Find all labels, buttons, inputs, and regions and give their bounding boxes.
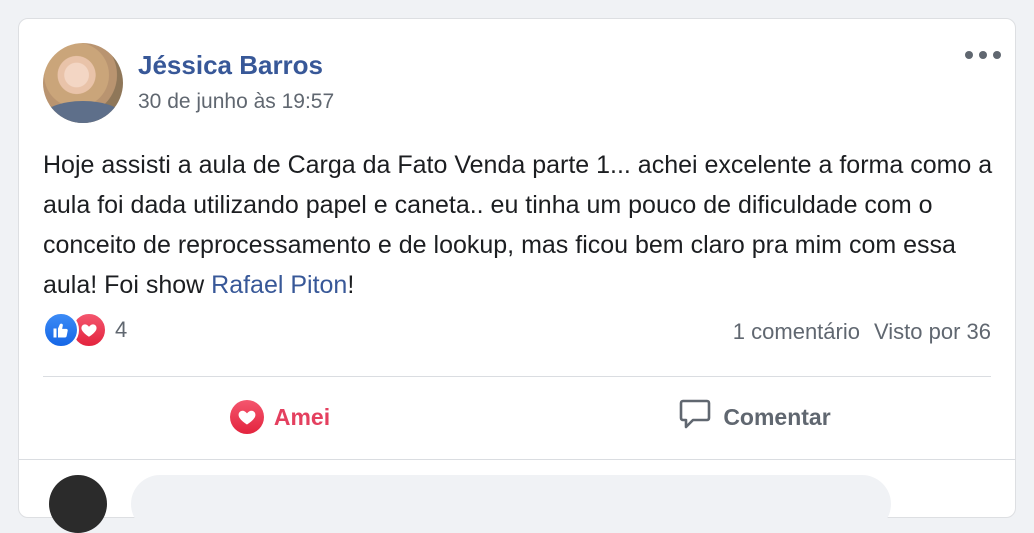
- seen-by-link[interactable]: Visto por 36: [874, 319, 991, 345]
- comment-input[interactable]: [131, 475, 891, 533]
- heart-icon: [229, 400, 264, 434]
- like-icon: [43, 312, 79, 348]
- comment-icon: [677, 396, 713, 438]
- post-text-body: Hoje assisti a aula de Carga da Fato Ven…: [43, 151, 993, 299]
- divider: [43, 376, 991, 377]
- post-text: Hoje assisti a aula de Carga da Fato Ven…: [43, 145, 993, 305]
- love-button[interactable]: Amei: [43, 389, 517, 445]
- action-bar: Amei Comentar: [43, 389, 991, 445]
- love-button-label: Amei: [273, 403, 331, 430]
- mention-link[interactable]: Rafael Piton: [211, 271, 347, 299]
- post-text-end: !: [347, 271, 355, 299]
- reaction-count: 4: [115, 317, 128, 342]
- author-name[interactable]: Jéssica Barros: [138, 50, 323, 81]
- more-options-icon[interactable]: [965, 43, 1001, 67]
- comment-button[interactable]: Comentar: [517, 389, 991, 445]
- post-timestamp[interactable]: 30 de junho às 19:57: [138, 90, 334, 114]
- post-card: Jéssica Barros 30 de junho às 19:57 Hoje…: [18, 18, 1016, 533]
- comments-count-link[interactable]: 1 comentário: [733, 319, 860, 345]
- comment-button-label: Comentar: [723, 403, 831, 430]
- reactions-summary[interactable]: 4: [43, 312, 127, 348]
- current-user-avatar: [49, 475, 107, 533]
- post-stats: 1 comentário Visto por 36: [733, 319, 991, 345]
- author-avatar[interactable]: [43, 43, 123, 123]
- comments-divider: [19, 459, 1015, 460]
